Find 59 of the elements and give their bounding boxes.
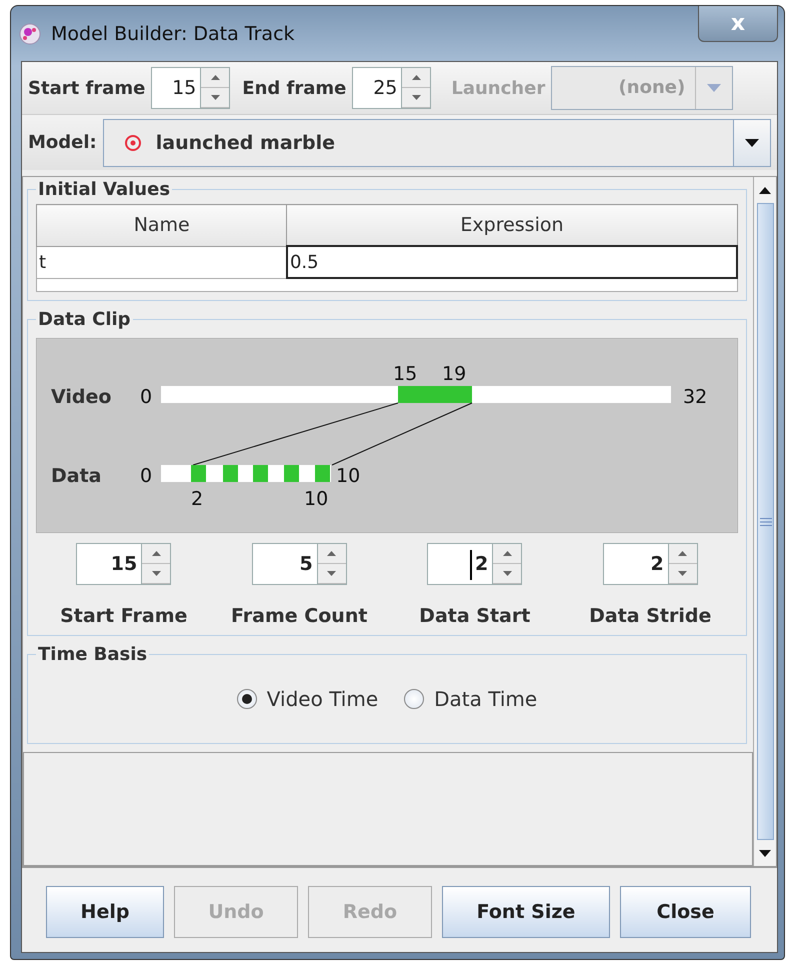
scroll-down-icon[interactable] bbox=[759, 850, 771, 856]
video-label: Video bbox=[51, 386, 112, 408]
spinner-label: Data Start bbox=[419, 605, 530, 627]
up-arrow-icon[interactable] bbox=[152, 551, 161, 556]
spinner-label: Frame Count bbox=[231, 605, 368, 627]
caret-icon[interactable] bbox=[745, 138, 759, 146]
launcher-label: Launcher bbox=[451, 78, 546, 98]
up-arrow-icon[interactable] bbox=[327, 551, 336, 556]
axis-value: 0 bbox=[140, 465, 152, 487]
spinner-label: End frame bbox=[242, 78, 346, 98]
axis-value: 0 bbox=[140, 386, 152, 408]
up-arrow-icon[interactable] bbox=[678, 551, 688, 556]
spinner-label: Start frame bbox=[28, 78, 146, 98]
axis-value: 2 bbox=[191, 488, 204, 510]
spinner-field[interactable]: 5 bbox=[252, 543, 347, 585]
app-icon bbox=[19, 22, 41, 44]
axis-value: 10 bbox=[336, 465, 360, 487]
spinner-field[interactable]: 25 bbox=[352, 67, 432, 109]
window-title: Model Builder: Data Track bbox=[51, 22, 295, 44]
column-header: Expression bbox=[286, 204, 737, 246]
dialog-button[interactable]: Font Size bbox=[442, 886, 610, 938]
panel-title: Data Clip bbox=[37, 309, 132, 330]
spinner-field[interactable]: 15 bbox=[76, 543, 172, 585]
down-arrow-icon[interactable] bbox=[327, 571, 336, 576]
dialog-button[interactable]: Help bbox=[46, 886, 164, 938]
table-cell[interactable]: 0.5 bbox=[286, 246, 737, 278]
radio-option[interactable]: Video Time bbox=[236, 687, 378, 711]
up-arrow-icon[interactable] bbox=[412, 75, 421, 80]
target-icon bbox=[124, 134, 142, 152]
spinner-field[interactable]: 15 bbox=[151, 67, 230, 109]
radio-icon[interactable] bbox=[236, 689, 257, 709]
axis-value: 19 bbox=[442, 363, 466, 385]
down-arrow-icon[interactable] bbox=[678, 571, 688, 576]
down-arrow-icon[interactable] bbox=[210, 95, 220, 100]
dialog-button[interactable]: Close bbox=[620, 886, 751, 938]
panel-title: Initial Values bbox=[37, 179, 172, 200]
model-label: Model: bbox=[28, 132, 97, 153]
radio-icon[interactable] bbox=[404, 689, 424, 709]
data-label: Data bbox=[51, 465, 102, 487]
scroll-up-icon[interactable] bbox=[759, 186, 771, 194]
down-arrow-icon[interactable] bbox=[152, 571, 161, 576]
axis-value: 10 bbox=[304, 488, 328, 510]
grip-icon[interactable] bbox=[760, 518, 772, 526]
axis-value: 32 bbox=[683, 386, 708, 408]
down-arrow-icon[interactable] bbox=[502, 571, 512, 576]
spinner-label: Data Stride bbox=[589, 605, 712, 627]
column-header: Name bbox=[36, 204, 287, 246]
model-dropdown[interactable]: launched marble bbox=[102, 118, 771, 166]
vertical-scrollbar[interactable] bbox=[753, 177, 776, 866]
panel-title: Time Basis bbox=[37, 644, 148, 665]
spinner-label: Start Frame bbox=[60, 605, 188, 627]
spinner-field[interactable]: 2 bbox=[427, 543, 522, 585]
axis-value: 15 bbox=[393, 363, 418, 385]
table-cell[interactable]: t bbox=[36, 246, 287, 278]
spinner-field[interactable]: 2 bbox=[602, 543, 698, 585]
radio-option[interactable]: Data Time bbox=[404, 687, 538, 711]
up-arrow-icon[interactable] bbox=[502, 551, 512, 556]
up-arrow-icon[interactable] bbox=[210, 75, 220, 80]
down-arrow-icon[interactable] bbox=[412, 95, 421, 100]
